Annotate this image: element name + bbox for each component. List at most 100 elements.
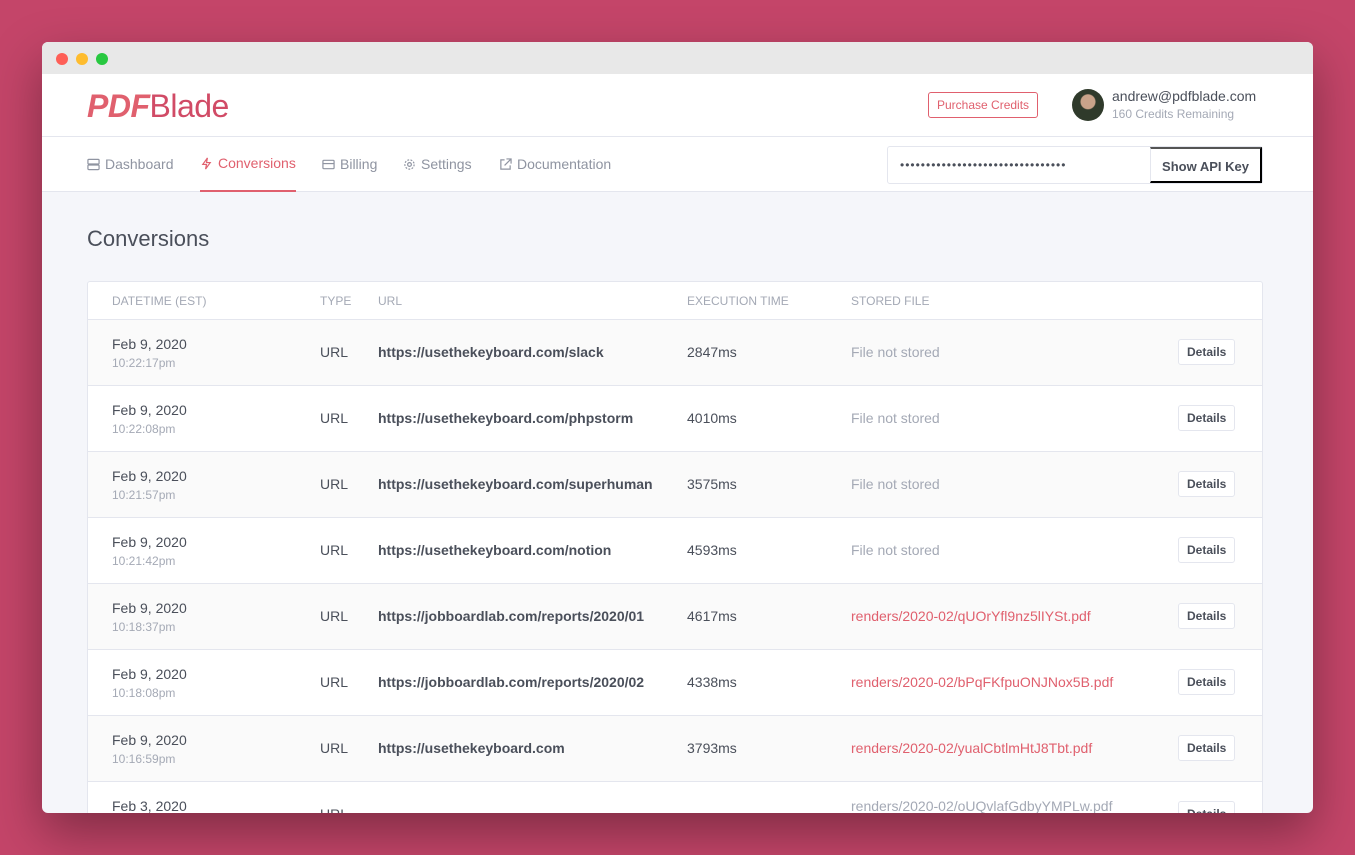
row-url: https://usethekeyboard.com/superhuman (378, 476, 653, 492)
row-type: URL (320, 806, 348, 813)
tab-label: Conversions (218, 155, 296, 171)
credits-remaining: 160 Credits Remaining (1112, 107, 1235, 121)
row-stored-file: File not stored (851, 542, 940, 558)
tab-settings[interactable]: Settings (403, 137, 472, 192)
table-row: Feb 9, 2020 10:18:08pm URL https://jobbo… (88, 650, 1262, 716)
row-type: URL (320, 674, 349, 690)
row-stored-file: File not stored (851, 344, 940, 360)
logo-light: Blade (149, 88, 230, 124)
row-exec-time: 3575ms (687, 476, 737, 492)
row-date: Feb 9, 2020 (112, 336, 187, 352)
table-row: Feb 9, 2020 10:16:59pm URL https://useth… (88, 716, 1262, 782)
server-icon (87, 158, 100, 171)
bolt-icon (201, 157, 212, 170)
row-time: 10:21:57pm (112, 488, 176, 502)
row-date: Feb 3, 2020 (112, 798, 187, 813)
details-button[interactable]: Details (1178, 537, 1236, 563)
api-key-field[interactable] (888, 147, 1150, 183)
tab-label: Dashboard (105, 156, 174, 172)
row-type: URL (320, 410, 349, 426)
tab-label: Documentation (517, 156, 612, 172)
table-header: Datetime (EST) Type URL Execution Time S… (88, 282, 1262, 320)
row-time: 10:18:08pm (112, 686, 176, 700)
details-button[interactable]: Details (1178, 405, 1236, 431)
row-exec-time: 4593ms (687, 542, 737, 558)
details-button[interactable]: Details (1178, 801, 1236, 813)
row-url: https://usethekeyboard.com/slack (378, 344, 604, 360)
row-date: Feb 9, 2020 (112, 732, 187, 748)
col-type: Type (320, 294, 352, 308)
row-url: https://usethekeyboard.com/phpstorm (378, 410, 634, 426)
details-button[interactable]: Details (1178, 735, 1236, 761)
tab-dashboard[interactable]: Dashboard (87, 137, 174, 192)
row-time: 10:22:08pm (112, 422, 176, 436)
tab-label: Settings (421, 156, 472, 172)
browser-window: PDFBlade Purchase Credits andrew@pdfblad… (42, 42, 1313, 813)
details-button[interactable]: Details (1178, 603, 1236, 629)
row-date: Feb 9, 2020 (112, 600, 187, 616)
table-row: Feb 9, 2020 10:21:57pm URL https://useth… (88, 452, 1262, 518)
table-row: Feb 9, 2020 10:22:17pm URL https://useth… (88, 320, 1262, 386)
external-link-icon (500, 158, 512, 170)
row-date: Feb 9, 2020 (112, 402, 187, 418)
row-exec-time: 2847ms (687, 344, 737, 360)
main-nav: Dashboard Conversions Billing Settings D… (42, 137, 1313, 192)
table-row: Feb 9, 2020 10:18:37pm URL https://jobbo… (88, 584, 1262, 650)
logo-bold: PDF (87, 88, 150, 124)
row-url: https://usethekeyboard.com (378, 740, 565, 756)
purchase-credits-button[interactable]: Purchase Credits (928, 92, 1039, 118)
maximize-window-button[interactable] (96, 53, 108, 65)
details-button[interactable]: Details (1178, 669, 1236, 695)
close-window-button[interactable] (56, 53, 68, 65)
row-type: URL (320, 740, 349, 756)
col-url: URL (378, 294, 403, 308)
table-row: Feb 9, 2020 10:21:42pm URL https://useth… (88, 518, 1262, 584)
col-datetime: Datetime (EST) (112, 294, 207, 308)
page-title: Conversions (87, 226, 210, 251)
col-execution-time: Execution Time (687, 294, 789, 308)
row-time: 10:16:59pm (112, 752, 176, 766)
row-exec-time: 3793ms (687, 740, 737, 756)
row-exec-time: 4010ms (687, 410, 737, 426)
row-type: URL (320, 542, 349, 558)
row-type: URL (320, 344, 349, 360)
col-stored-file: Stored File (851, 294, 930, 308)
show-api-key-button[interactable]: Show API Key (1150, 147, 1262, 183)
tab-conversions[interactable]: Conversions (200, 137, 296, 192)
api-key-group: Show API Key (887, 146, 1263, 184)
minimize-window-button[interactable] (76, 53, 88, 65)
credit-card-icon (322, 159, 335, 170)
row-time: 10:18:37pm (112, 620, 176, 634)
tab-label: Billing (340, 156, 378, 172)
table-row: Feb 3, 2020 URL renders/2020-02/oUQvlafG… (88, 782, 1262, 813)
row-url: https://jobboardlab.com/reports/2020/01 (378, 608, 645, 624)
gear-icon (404, 159, 415, 170)
table-row: Feb 9, 2020 10:22:08pm URL https://useth… (88, 386, 1262, 452)
title-bar (42, 42, 1313, 74)
tab-billing[interactable]: Billing (322, 137, 377, 192)
details-button[interactable]: Details (1178, 339, 1236, 365)
row-type: URL (320, 476, 349, 492)
row-url: https://jobboardlab.com/reports/2020/02 (378, 674, 645, 690)
row-stored-file[interactable]: renders/2020-02/qUOrYfl9nz5lIYSt.pdf (851, 608, 1091, 624)
avatar[interactable] (1072, 89, 1104, 121)
row-url: https://usethekeyboard.com/notion (378, 542, 612, 558)
row-date: Feb 9, 2020 (112, 534, 187, 550)
row-date: Feb 9, 2020 (112, 666, 187, 682)
tab-documentation[interactable]: Documentation (499, 137, 611, 192)
details-button[interactable]: Details (1178, 471, 1236, 497)
app-header: PDFBlade Purchase Credits andrew@pdfblad… (42, 74, 1313, 137)
row-stored-file[interactable]: renders/2020-02/bPqFKfpuONJNox5B.pdf (851, 674, 1113, 690)
row-time: 10:21:42pm (112, 554, 176, 568)
user-email: andrew@pdfblade.com (1112, 88, 1257, 104)
conversions-table: Datetime (EST) Type URL Execution Time S… (87, 281, 1263, 813)
row-exec-time: 4617ms (687, 608, 737, 624)
logo[interactable]: PDFBlade (87, 88, 229, 125)
row-time: 10:22:17pm (112, 356, 176, 370)
row-stored-file[interactable]: renders/2020-02/yualCbtlmHtJ8Tbt.pdf (851, 740, 1092, 756)
row-stored-file: File not stored (851, 476, 940, 492)
row-exec-time: 4338ms (687, 674, 737, 690)
row-stored-file: renders/2020-02/oUQvlafGdbyYMPLw.pdf (851, 798, 1113, 813)
row-date: Feb 9, 2020 (112, 468, 187, 484)
row-type: URL (320, 608, 349, 624)
